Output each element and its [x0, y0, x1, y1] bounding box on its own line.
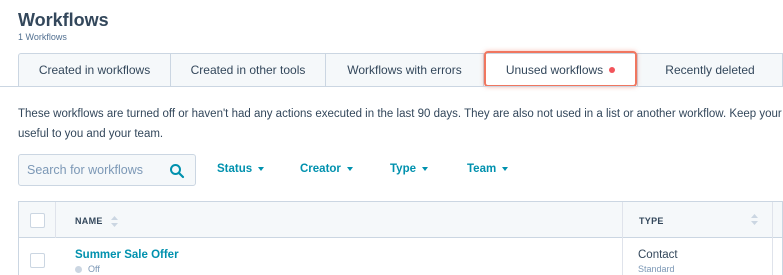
tab-label: Created in other tools	[190, 63, 306, 77]
tab-label: Created in workflows	[38, 63, 151, 77]
column-divider	[772, 238, 773, 275]
tab-label: Workflows with errors	[347, 63, 462, 77]
tab-label: Recently deleted	[665, 63, 755, 77]
tab-label: Unused workflows	[505, 63, 604, 77]
tab-workflows-with-errors[interactable]: Workflows with errors	[326, 53, 484, 87]
column-label: NAME	[75, 216, 103, 226]
tabs-divider	[0, 86, 783, 87]
caret-down-icon	[346, 167, 353, 171]
tab-created-in-workflows[interactable]: Created in workflows	[18, 53, 171, 87]
description-line: These workflows are turned off or haven'…	[18, 108, 783, 120]
select-all-checkbox[interactable]	[30, 213, 45, 228]
filter-label: Creator	[300, 163, 341, 175]
workflow-count: 1 Workflows	[18, 32, 67, 42]
tab-unused-workflows[interactable]: Unused workflows	[484, 53, 638, 87]
search-icon[interactable]	[169, 163, 185, 179]
status-dot-icon	[75, 265, 82, 273]
column-divider	[622, 238, 623, 275]
row-checkbox[interactable]	[30, 253, 45, 268]
search-input[interactable]	[19, 155, 164, 185]
sort-icon	[110, 216, 118, 228]
column-header-type[interactable]: TYPE	[622, 202, 772, 238]
column-header-name[interactable]: NAME	[75, 216, 118, 228]
description-line: useful to you and your team.	[18, 128, 164, 140]
column-label: TYPE	[639, 216, 664, 226]
workflows-table: NAME TYPE Summer Sale Offer Off Contact …	[18, 201, 783, 275]
column-header-extra	[772, 202, 783, 238]
tab-recently-deleted[interactable]: Recently deleted	[638, 53, 783, 87]
tab-bar: Created in workflows Created in other to…	[18, 53, 783, 87]
tab-created-in-other-tools[interactable]: Created in other tools	[171, 53, 326, 87]
filter-label: Team	[467, 163, 497, 175]
status-text: Off	[88, 264, 100, 274]
filter-label: Status	[217, 163, 253, 175]
workflow-status: Off	[75, 264, 100, 274]
page-title: Workflows	[18, 10, 109, 30]
caret-down-icon	[502, 167, 509, 171]
workflow-subtype: Standard	[638, 264, 675, 274]
team-filter-dropdown[interactable]: Team	[467, 163, 509, 175]
creator-filter-dropdown[interactable]: Creator	[300, 163, 353, 175]
caret-down-icon	[258, 167, 265, 171]
status-filter-dropdown[interactable]: Status	[217, 163, 265, 175]
filter-label: Type	[390, 163, 416, 175]
select-all-cell	[19, 202, 56, 238]
workflow-type: Contact	[638, 249, 678, 261]
table-row: Summer Sale Offer Off Contact Standard	[18, 238, 783, 275]
type-filter-dropdown[interactable]: Type	[390, 163, 428, 175]
table-header: NAME TYPE	[18, 201, 783, 238]
unused-workflows-description: These workflows are turned off or haven'…	[18, 104, 783, 144]
notification-dot-icon	[609, 67, 616, 73]
caret-down-icon	[422, 167, 428, 171]
search-box	[18, 154, 196, 186]
workflow-name-link[interactable]: Summer Sale Offer	[75, 249, 179, 261]
sort-icon	[751, 214, 758, 225]
